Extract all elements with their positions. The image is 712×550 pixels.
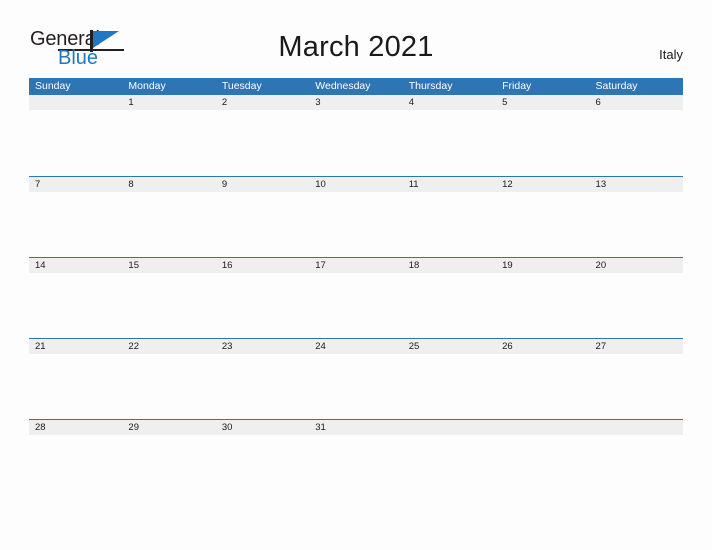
day-number[interactable]: 6 bbox=[590, 95, 683, 110]
calendar-week-row: 21 22 23 24 25 26 27 bbox=[29, 338, 683, 419]
calendar-week-row: 1 2 3 4 5 6 bbox=[29, 95, 683, 176]
day-number[interactable]: 15 bbox=[122, 258, 215, 273]
calendar-week-row: 14 15 16 17 18 19 20 bbox=[29, 257, 683, 338]
day-number[interactable]: 4 bbox=[403, 95, 496, 110]
day-note-cell[interactable] bbox=[496, 192, 589, 257]
day-note-cell[interactable] bbox=[309, 354, 402, 419]
day-note-cell[interactable] bbox=[496, 111, 589, 176]
day-note-cell[interactable] bbox=[29, 111, 122, 176]
day-number[interactable]: 14 bbox=[29, 258, 122, 273]
day-number[interactable]: 18 bbox=[403, 258, 496, 273]
day-note-cell[interactable] bbox=[403, 111, 496, 176]
day-number[interactable]: 9 bbox=[216, 177, 309, 192]
day-note-cell[interactable] bbox=[29, 192, 122, 257]
day-note-cell[interactable] bbox=[403, 273, 496, 338]
day-number[interactable] bbox=[403, 420, 496, 435]
weekday-header-tuesday: Tuesday bbox=[221, 80, 262, 92]
date-number-band: 21 22 23 24 25 26 27 bbox=[29, 339, 683, 354]
day-number[interactable]: 7 bbox=[29, 177, 122, 192]
week-note-area bbox=[29, 435, 683, 500]
day-note-cell[interactable] bbox=[216, 273, 309, 338]
country-label: Italy bbox=[659, 47, 683, 62]
day-number[interactable]: 31 bbox=[309, 420, 402, 435]
day-note-cell[interactable] bbox=[403, 354, 496, 419]
weekday-header-saturday: Saturday bbox=[595, 80, 638, 92]
day-note-cell[interactable] bbox=[309, 192, 402, 257]
day-number[interactable]: 20 bbox=[590, 258, 683, 273]
day-number[interactable]: 16 bbox=[216, 258, 309, 273]
day-note-cell[interactable] bbox=[216, 192, 309, 257]
day-note-cell[interactable] bbox=[122, 273, 215, 338]
weekday-header-wednesday: Wednesday bbox=[315, 80, 371, 92]
day-note-cell[interactable] bbox=[29, 354, 122, 419]
day-number[interactable]: 23 bbox=[216, 339, 309, 354]
day-note-cell[interactable] bbox=[590, 111, 683, 176]
day-number[interactable] bbox=[496, 420, 589, 435]
weekday-header-row: Sunday Monday Tuesday Wednesday Thursday… bbox=[29, 78, 683, 95]
calendar-week-row: 7 8 9 10 11 12 13 bbox=[29, 176, 683, 257]
page-title: March 2021 bbox=[278, 31, 434, 63]
day-note-cell[interactable] bbox=[122, 192, 215, 257]
weekday-header-thursday: Thursday bbox=[408, 80, 453, 92]
day-note-cell[interactable] bbox=[216, 354, 309, 419]
day-number[interactable]: 24 bbox=[309, 339, 402, 354]
day-note-cell[interactable] bbox=[496, 435, 589, 500]
day-note-cell[interactable] bbox=[216, 435, 309, 500]
day-note-cell[interactable] bbox=[496, 273, 589, 338]
day-note-cell[interactable] bbox=[590, 354, 683, 419]
date-number-band: 1 2 3 4 5 6 bbox=[29, 95, 683, 110]
date-number-band: 28 29 30 31 bbox=[29, 420, 683, 435]
day-note-cell[interactable] bbox=[122, 435, 215, 500]
page-header: General Blue March 2021 Italy bbox=[0, 0, 712, 78]
day-number[interactable]: 17 bbox=[309, 258, 402, 273]
week-note-area bbox=[29, 354, 683, 419]
calendar-grid: Sunday Monday Tuesday Wednesday Thursday… bbox=[29, 78, 683, 500]
day-note-cell[interactable] bbox=[122, 111, 215, 176]
day-number[interactable] bbox=[590, 420, 683, 435]
day-number[interactable]: 21 bbox=[29, 339, 122, 354]
day-number[interactable]: 30 bbox=[216, 420, 309, 435]
weekday-header-friday: Friday bbox=[502, 80, 532, 92]
day-number[interactable]: 5 bbox=[496, 95, 589, 110]
day-note-cell[interactable] bbox=[29, 273, 122, 338]
day-number[interactable]: 13 bbox=[590, 177, 683, 192]
day-number[interactable]: 3 bbox=[309, 95, 402, 110]
day-note-cell[interactable] bbox=[403, 435, 496, 500]
date-number-band: 7 8 9 10 11 12 13 bbox=[29, 177, 683, 192]
day-note-cell[interactable] bbox=[216, 111, 309, 176]
day-note-cell[interactable] bbox=[590, 273, 683, 338]
day-note-cell[interactable] bbox=[590, 192, 683, 257]
day-number[interactable]: 2 bbox=[216, 95, 309, 110]
day-number[interactable] bbox=[29, 95, 122, 110]
day-note-cell[interactable] bbox=[496, 354, 589, 419]
week-note-area bbox=[29, 111, 683, 176]
day-number[interactable]: 26 bbox=[496, 339, 589, 354]
date-number-band: 14 15 16 17 18 19 20 bbox=[29, 258, 683, 273]
weekday-header-monday: Monday bbox=[128, 80, 166, 92]
day-number[interactable]: 8 bbox=[122, 177, 215, 192]
day-number[interactable]: 25 bbox=[403, 339, 496, 354]
day-number[interactable]: 1 bbox=[122, 95, 215, 110]
day-number[interactable]: 27 bbox=[590, 339, 683, 354]
day-note-cell[interactable] bbox=[309, 111, 402, 176]
day-number[interactable]: 28 bbox=[29, 420, 122, 435]
day-number[interactable]: 19 bbox=[496, 258, 589, 273]
day-note-cell[interactable] bbox=[29, 435, 122, 500]
calendar-week-row: 28 29 30 31 bbox=[29, 419, 683, 500]
weekday-header-sunday: Sunday bbox=[35, 80, 71, 92]
day-note-cell[interactable] bbox=[122, 354, 215, 419]
week-note-area bbox=[29, 273, 683, 338]
day-number[interactable]: 10 bbox=[309, 177, 402, 192]
day-number[interactable]: 22 bbox=[122, 339, 215, 354]
day-number[interactable]: 29 bbox=[122, 420, 215, 435]
day-note-cell[interactable] bbox=[590, 435, 683, 500]
week-note-area bbox=[29, 192, 683, 257]
day-note-cell[interactable] bbox=[403, 192, 496, 257]
day-note-cell[interactable] bbox=[309, 273, 402, 338]
day-note-cell[interactable] bbox=[309, 435, 402, 500]
day-number[interactable]: 12 bbox=[496, 177, 589, 192]
day-number[interactable]: 11 bbox=[403, 177, 496, 192]
